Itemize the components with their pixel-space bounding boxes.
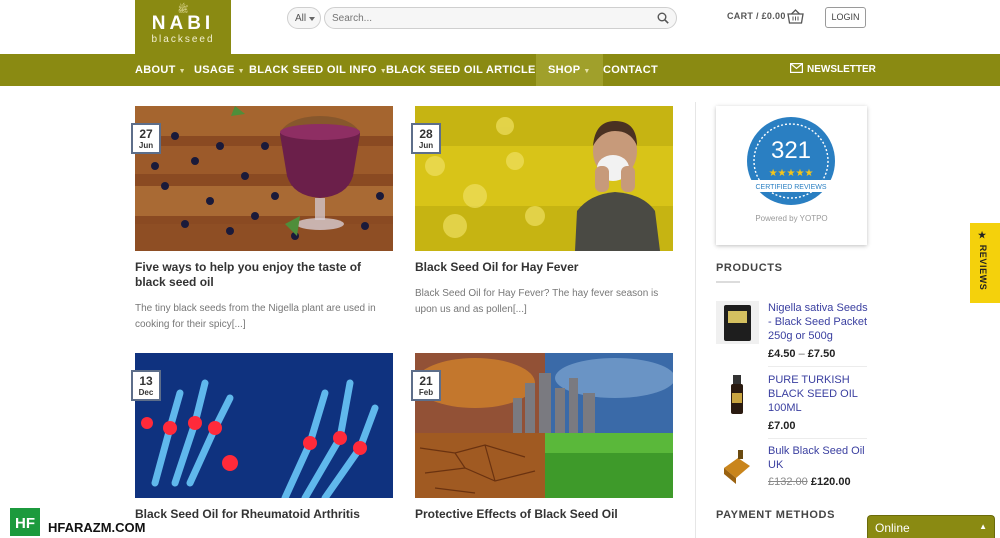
post-image-arthritis[interactable] bbox=[135, 353, 393, 498]
post-date-month: Feb bbox=[418, 388, 434, 397]
nav-item-label: CONTACT bbox=[603, 64, 659, 76]
sidebar-divider bbox=[695, 102, 696, 538]
reviews-side-tab[interactable]: ★ REVIEWS bbox=[970, 223, 1000, 303]
post-date-day: 21 bbox=[419, 374, 433, 388]
post-date-month: Jun bbox=[138, 141, 154, 150]
login-button[interactable]: LOGIN bbox=[825, 7, 866, 28]
product-old-price: £132.00 bbox=[768, 476, 808, 488]
post-date-badge: 27 Jun bbox=[131, 123, 161, 154]
post-excerpt: Black Seed Oil for Hay Fever? The hay fe… bbox=[415, 288, 659, 315]
post-date-badge: 21 Feb bbox=[411, 370, 441, 401]
chat-label: Online bbox=[875, 521, 910, 535]
nav-item-black-seed-oil-articles[interactable]: BLACK SEED OIL ARTICLES bbox=[386, 54, 543, 86]
newsletter-link[interactable]: NEWSLETTER bbox=[790, 54, 876, 86]
post-date-badge: 13 Dec bbox=[131, 370, 161, 401]
post-date-day: 27 bbox=[139, 127, 153, 141]
price-low: £4.50 bbox=[768, 348, 796, 360]
search-input[interactable] bbox=[324, 7, 677, 29]
watermark-text: HFARAZM.COM bbox=[48, 520, 146, 535]
category-select[interactable]: All bbox=[287, 7, 321, 29]
seed-packet-image[interactable] bbox=[716, 301, 759, 344]
category-select-value: All bbox=[295, 13, 307, 24]
chevron-down-icon: ▼ bbox=[237, 68, 245, 75]
nav-item-about[interactable]: ABOUT ▼ bbox=[135, 54, 186, 86]
site-header: ﷺ NABI blackseed All CART / £0.00 LOGIN bbox=[0, 0, 1000, 54]
post-title[interactable]: Black Seed Oil for Hay Fever bbox=[415, 260, 673, 275]
watermark-badge: HF bbox=[8, 506, 42, 538]
certified-reviews-label: CERTIFIED REVIEWS bbox=[755, 184, 826, 191]
product-name[interactable]: Nigella sativa Seeds - Black Seed Packet… bbox=[768, 301, 868, 343]
nav-item-shop[interactable]: SHOP ▼ bbox=[536, 54, 603, 86]
oil-bottle-image[interactable] bbox=[716, 373, 759, 416]
post-image-hay-fever[interactable] bbox=[415, 106, 673, 251]
online-chat-button[interactable]: Online ▲ bbox=[867, 515, 995, 538]
nav-item-label: SHOP bbox=[548, 64, 581, 76]
post-excerpt: The tiny black seeds from the Nigella pl… bbox=[135, 303, 376, 330]
post-date-month: Jun bbox=[418, 141, 434, 150]
post-date-day: 13 bbox=[139, 374, 153, 388]
post-title[interactable]: Five ways to help you enjoy the taste of… bbox=[135, 260, 393, 290]
post-image-smoothie[interactable] bbox=[135, 106, 393, 251]
product-name[interactable]: Bulk Black Seed Oil UK bbox=[768, 444, 868, 472]
product-separator bbox=[768, 366, 867, 367]
main-nav: ABOUT ▼ USAGE ▼ BLACK SEED OIL INFO ▼ BLACK… bbox=[0, 54, 1000, 86]
yotpo-powered-by: Powered by YOTPO bbox=[755, 214, 828, 223]
product-sale-price: £120.00 bbox=[810, 476, 851, 488]
product-name[interactable]: PURE TURKISH BLACK SEED OIL 100ML bbox=[768, 373, 868, 415]
review-count: 321 bbox=[771, 137, 811, 164]
post-date-month: Dec bbox=[138, 388, 154, 397]
price-separator: – bbox=[798, 348, 805, 360]
basket-icon[interactable] bbox=[787, 9, 804, 24]
product-separator bbox=[768, 438, 867, 439]
newsletter-label: NEWSLETTER bbox=[807, 64, 876, 75]
site-logo[interactable]: ﷺ NABI blackseed bbox=[135, 0, 231, 54]
chevron-down-icon: ▼ bbox=[583, 68, 591, 75]
price-high: £7.50 bbox=[807, 348, 836, 360]
product-price: £132.00 £120.00 bbox=[768, 476, 851, 488]
payment-methods-heading: PAYMENT METHODS bbox=[716, 509, 836, 521]
nav-item-contact[interactable]: CONTACT bbox=[603, 54, 658, 86]
nav-item-black-seed-oil-info[interactable]: BLACK SEED OIL INFO ▼ bbox=[249, 54, 387, 86]
post-image-environment[interactable] bbox=[415, 353, 673, 498]
post-title[interactable]: Black Seed Oil for Rheumatoid Arthritis bbox=[135, 507, 393, 522]
post-date-day: 28 bbox=[419, 127, 433, 141]
chevron-down-icon bbox=[309, 17, 315, 21]
post-date-badge: 28 Jun bbox=[411, 123, 441, 154]
product-price: £7.00 bbox=[768, 420, 796, 432]
bulk-oil-image[interactable] bbox=[716, 444, 759, 487]
cart-link[interactable]: CART / £0.00 bbox=[727, 11, 786, 25]
product-price: £4.50 – £7.50 bbox=[768, 348, 835, 360]
nav-item-usage[interactable]: USAGE ▼ bbox=[194, 54, 245, 86]
reviews-seal-icon: 321 ★★★★★ CERTIFIED REVIEWS bbox=[743, 117, 840, 205]
search-bar: All bbox=[287, 7, 677, 29]
yotpo-reviews-widget[interactable]: 321 ★★★★★ CERTIFIED REVIEWS Powered by Y… bbox=[716, 106, 867, 245]
nav-item-label: USAGE bbox=[194, 64, 235, 76]
nav-item-label: BLACK SEED OIL INFO bbox=[249, 64, 377, 76]
logo-sub: blackseed bbox=[151, 34, 215, 45]
post-title[interactable]: Protective Effects of Black Seed Oil bbox=[415, 507, 673, 522]
search-icon[interactable] bbox=[657, 12, 669, 24]
envelope-icon bbox=[790, 63, 803, 73]
rating-stars-icon: ★★★★★ bbox=[769, 168, 814, 179]
logo-ornament: ﷺ bbox=[177, 4, 189, 14]
chevron-down-icon: ▼ bbox=[178, 68, 186, 75]
products-heading: PRODUCTS bbox=[716, 262, 783, 274]
reviews-tab-label: ★ REVIEWS bbox=[978, 231, 988, 291]
nav-item-label: BLACK SEED OIL ARTICLES bbox=[386, 64, 544, 76]
logo-brand: NABI bbox=[151, 13, 215, 34]
heading-underline bbox=[716, 281, 740, 283]
nav-item-label: ABOUT bbox=[135, 64, 176, 76]
chevron-up-icon: ▲ bbox=[979, 522, 987, 531]
